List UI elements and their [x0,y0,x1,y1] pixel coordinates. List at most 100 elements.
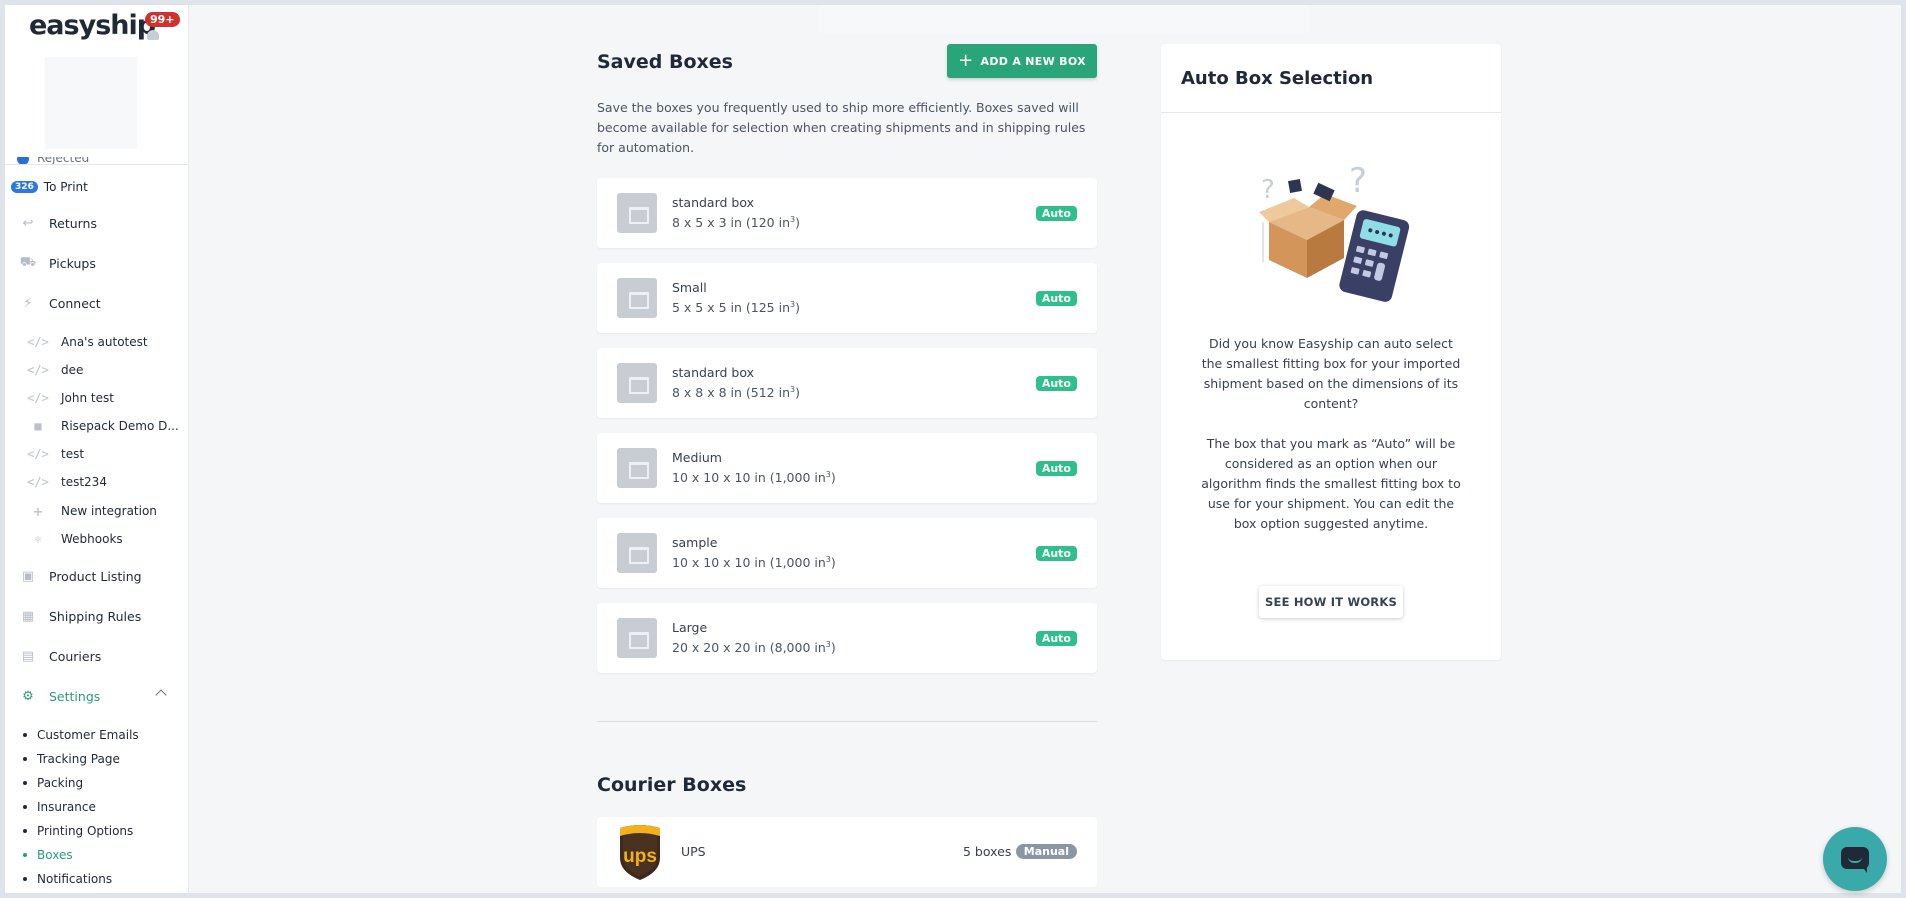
code-icon: </> [27,391,49,405]
svg-text:ups: ups [623,846,657,867]
settings-submenu: Customer Emails Tracking Page Packing In… [23,723,139,891]
panel-divider [1161,112,1501,113]
plug-icon: ⚡ [23,295,33,311]
courier-card-ups[interactable]: ups UPS 5 boxes Manual [597,817,1097,887]
auto-badge: Auto [1035,376,1077,391]
box-dimensions: 10 x 10 x 10 in (1,000 in3) [672,555,836,571]
integration-item[interactable]: ■ Risepack Demo D... [27,417,178,435]
sidebar-item-to-print[interactable]: 326 To Print [11,180,88,194]
logo-text: easyship [29,10,156,41]
settings-icon: ⚙ [22,688,34,704]
webhook-icon: ⚛ [34,532,42,546]
plus-icon: + [33,501,43,521]
box-dimensions: 5 x 5 x 5 in (125 in3) [672,300,800,316]
box-calculator-illustration-icon: ? ? [1259,162,1410,302]
bell-icon[interactable] [147,30,159,40]
see-how-it-works-button[interactable]: SEE HOW IT WORKS [1259,586,1403,618]
box-name: Small [672,280,707,295]
sidebar-item-pickups[interactable]: ⛟ Pickups [19,253,96,273]
settings-item-printing-options[interactable]: Printing Options [23,819,139,843]
settings-item-notifications[interactable]: Notifications [23,867,139,891]
box-name: Large [672,620,708,635]
code-icon: </> [27,363,49,377]
box-icon [617,448,657,488]
svg-text:?: ? [1349,162,1367,201]
webhooks-link[interactable]: ⚛ Webhooks [27,530,122,548]
box-icon [617,618,657,658]
integration-item[interactable]: </> test [27,445,84,463]
sidebar-divider [5,164,189,165]
truck-icon: ⛟ [19,254,37,270]
panel-title: Auto Box Selection [1181,68,1374,89]
top-strip [819,5,1309,33]
sidebar: easyship 99+ Rejected 326 To Print ↩ Retu… [5,5,189,893]
chat-support-button[interactable] [1823,827,1887,891]
box-card[interactable]: standard box 8 x 5 x 3 in (120 in3) Auto [597,178,1097,248]
courier-box-count: 5 boxes [963,844,1012,859]
courier-boxes-title: Courier Boxes [597,774,747,796]
settings-item-tracking-page[interactable]: Tracking Page [23,747,139,771]
box-dimensions: 8 x 5 x 3 in (120 in3) [672,215,800,231]
auto-badge: Auto [1035,631,1077,646]
sidebar-item-rejected[interactable]: Rejected [17,157,89,167]
box-card[interactable]: Small 5 x 5 x 5 in (125 in3) Auto [597,263,1097,333]
settings-item-packing[interactable]: Packing [23,771,139,795]
box-name: Medium [672,450,722,465]
sidebar-item-returns[interactable]: ↩ Returns [19,213,97,233]
settings-item-boxes[interactable]: Boxes [23,843,139,867]
box-icon [617,193,657,233]
to-print-label: To Print [43,180,88,194]
logo[interactable]: easyship 99+ [29,10,180,50]
code-icon: </> [27,447,49,461]
box-card[interactable]: standard box 8 x 8 x 8 in (512 in3) Auto [597,348,1097,418]
shopping-bag-icon: ■ [34,419,42,433]
integration-item[interactable]: </> Ana's autotest [27,333,147,351]
box-card[interactable]: sample 10 x 10 x 10 in (1,000 in3) Auto [597,518,1097,588]
settings-item-insurance[interactable]: Insurance [23,795,139,819]
box-dimensions: 20 x 20 x 20 in (8,000 in3) [672,640,836,656]
svg-text:?: ? [1261,175,1275,205]
add-new-box-button[interactable]: + ADD A NEW BOX [947,44,1097,78]
saved-boxes-description: Save the boxes you frequently used to sh… [597,100,1086,155]
box-icon [617,278,657,318]
integration-item[interactable]: </> John test [27,389,114,407]
sidebar-item-shipping-rules[interactable]: ▦ Shipping Rules [19,606,141,626]
auto-badge: Auto [1035,206,1077,221]
chevron-up-icon[interactable] [155,689,167,701]
box-name: standard box [672,195,755,210]
sidebar-item-connect[interactable]: ⚡ Connect [19,293,100,313]
store-icon: ▣ [21,568,35,584]
box-icon [617,363,657,403]
box-card[interactable]: Large 20 x 20 x 20 in (8,000 in3) Auto [597,603,1097,673]
box-dimensions: 10 x 10 x 10 in (1,000 in3) [672,470,836,486]
box-icon [617,533,657,573]
sidebar-item-product-listing[interactable]: ▣ Product Listing [19,566,142,586]
panel-text-auto: The box that you mark as “Auto” will be … [1201,436,1461,531]
auto-badge: Auto [1035,291,1077,306]
ups-logo-icon: ups [620,825,660,880]
code-icon: </> [27,475,49,489]
new-integration-link[interactable]: + New integration [27,501,157,521]
notification-badge[interactable]: 99+ [145,12,180,27]
saved-boxes-title: Saved Boxes [597,51,733,73]
box-name: standard box [672,365,755,380]
panel-text-intro: Did you know Easyship can auto select th… [1201,336,1461,411]
section-divider [597,721,1097,722]
auto-box-selection-panel: Auto Box Selection ? ? Did you know Easy… [1161,44,1501,660]
settings-item-customer-emails[interactable]: Customer Emails [23,723,139,747]
sidebar-item-couriers[interactable]: ▤ Couriers [19,646,101,666]
auto-badge: Auto [1035,546,1077,561]
returns-icon: ↩ [22,215,34,231]
courier-name: UPS [681,844,706,859]
manual-badge: Manual [1015,844,1077,859]
plus-icon: + [958,50,974,71]
box-dimensions: 8 x 8 x 8 in (512 in3) [672,385,800,401]
code-icon: </> [27,335,49,349]
rules-icon: ▦ [21,608,35,624]
auto-badge: Auto [1035,461,1077,476]
company-logo-placeholder [45,57,137,149]
sidebar-item-settings[interactable]: ⚙ Settings [19,686,100,706]
box-card[interactable]: Medium 10 x 10 x 10 in (1,000 in3) Auto [597,433,1097,503]
integration-item[interactable]: </> test234 [27,473,107,491]
integration-item[interactable]: </> dee [27,361,83,379]
